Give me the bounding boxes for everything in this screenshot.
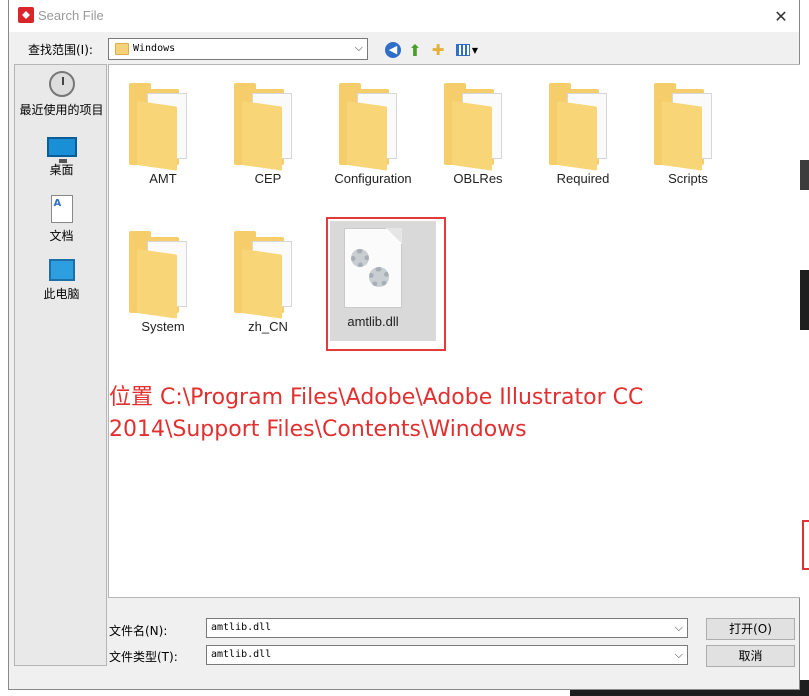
folder-icon (339, 83, 407, 171)
chevron-down-icon: ⌵ (674, 648, 683, 661)
place-recent[interactable]: 最近使用的项目 (15, 71, 108, 118)
cancel-button[interactable]: 取消 (706, 645, 795, 667)
filetype-value: amtlib.dll (211, 649, 272, 660)
place-label: 文档 (49, 229, 74, 243)
annotation-line: 2014\Support Files\Contents\Windows (109, 417, 527, 442)
desktop-icon (46, 137, 77, 163)
caret-down-icon: ▼ (471, 45, 479, 55)
annotation-line: 位置 C:\Program Files\Adobe\Adobe Illustra… (109, 385, 644, 410)
place-label: 此电脑 (43, 287, 80, 301)
place-documents[interactable]: 文档 (15, 195, 108, 244)
new-folder-button[interactable]: ✚ (428, 40, 448, 60)
item-label: CEP (254, 171, 282, 186)
folder-item-zh-cn[interactable]: zh_CN (218, 231, 318, 334)
place-this-pc[interactable]: 此电脑 (15, 259, 108, 302)
look-in-value: Windows (133, 43, 176, 54)
this-pc-icon (48, 259, 75, 281)
item-label: Configuration (334, 171, 412, 186)
back-arrow-icon: ◀ (385, 42, 401, 58)
folder-item-system[interactable]: System (113, 231, 213, 334)
folder-icon (129, 83, 197, 171)
up-folder-icon: ⬆ (408, 40, 422, 60)
chevron-down-icon: ⌵ (354, 41, 363, 54)
item-label: zh_CN (248, 319, 288, 334)
filename-value: amtlib.dll (211, 622, 272, 633)
item-label: Required (556, 171, 610, 186)
filename-input[interactable]: amtlib.dll ⌵ (206, 618, 688, 638)
folder-item-configuration[interactable]: Configuration (323, 83, 423, 186)
folder-item-scripts[interactable]: Scripts (638, 83, 738, 186)
background-dark-block (800, 160, 809, 190)
annotation-highlight-box (326, 217, 446, 351)
up-folder-button[interactable]: ⬆ (405, 40, 425, 60)
folder-icon (129, 231, 197, 319)
place-desktop[interactable]: 桌面 (15, 137, 108, 178)
place-label: 最近使用的项目 (19, 103, 104, 117)
filetype-dropdown[interactable]: amtlib.dll ⌵ (206, 645, 688, 665)
background-dark-block (800, 270, 809, 330)
view-grid-icon (455, 44, 470, 56)
look-in-label: 查找范围(I): (28, 43, 93, 57)
view-menu-button[interactable]: ▼ (453, 40, 481, 60)
close-icon: ✕ (774, 6, 788, 26)
item-label: Scripts (668, 171, 708, 186)
documents-icon (50, 195, 73, 223)
new-folder-icon: ✚ (431, 41, 445, 59)
place-label: 桌面 (49, 163, 74, 177)
folder-icon (115, 43, 129, 55)
folder-icon (234, 83, 302, 171)
folder-item-oblres[interactable]: OBLRes (428, 83, 528, 186)
close-button[interactable]: ✕ (767, 2, 795, 30)
folder-item-amt[interactable]: AMT (113, 83, 213, 186)
open-button[interactable]: 打开(O) (706, 618, 795, 640)
recent-icon (48, 71, 75, 97)
folder-icon (654, 83, 722, 171)
places-bar: 最近使用的项目 桌面 文档 此电脑 (14, 64, 107, 666)
background-red-mark (802, 520, 809, 570)
filename-label: 文件名(N): (109, 624, 168, 638)
dialog-title: Search File (38, 8, 104, 23)
back-button[interactable]: ◀ (383, 40, 403, 60)
folder-item-cep[interactable]: CEP (218, 83, 318, 186)
chevron-down-icon: ⌵ (674, 621, 683, 634)
title-bar: Search File ✕ (9, 0, 799, 32)
search-file-dialog: Search File ✕ 查找范围(I): Windows ⌵ ◀ ⬆ ✚ ▼… (8, 0, 800, 690)
item-label: System (141, 319, 185, 334)
folder-icon (549, 83, 617, 171)
app-icon (18, 7, 34, 23)
path-annotation: 位置 C:\Program Files\Adobe\Adobe Illustra… (109, 382, 789, 446)
item-label: OBLRes (453, 171, 503, 186)
folder-icon (234, 231, 302, 319)
filetype-label: 文件类型(T): (109, 650, 178, 664)
folder-item-required[interactable]: Required (533, 83, 633, 186)
look-in-dropdown[interactable]: Windows ⌵ (108, 38, 368, 60)
item-label: AMT (149, 171, 177, 186)
folder-icon (444, 83, 512, 171)
background-app-strip (800, 0, 809, 696)
